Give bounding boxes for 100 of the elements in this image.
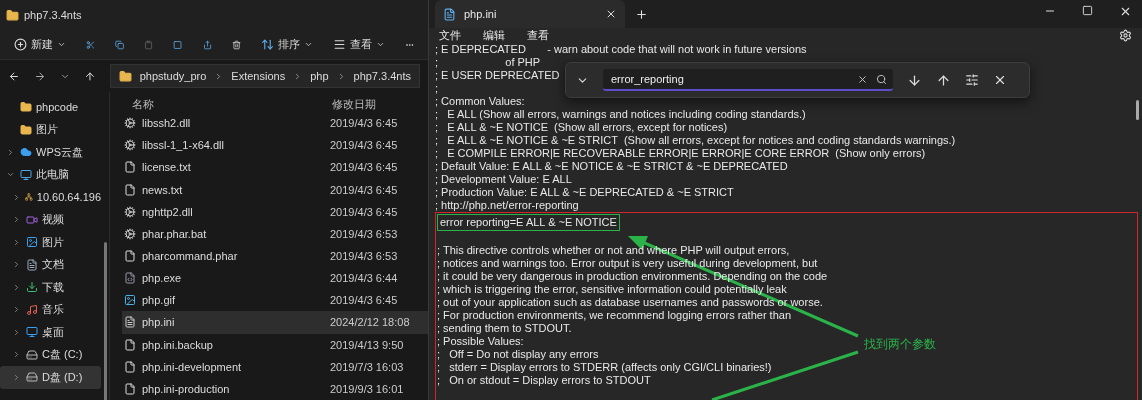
- find-previous-icon[interactable]: [936, 72, 951, 88]
- breadcrumb-item[interactable]: php: [310, 70, 329, 82]
- sort-icon: [260, 38, 274, 51]
- menu-item[interactable]: 文件: [439, 28, 461, 43]
- close-icon[interactable]: [1119, 5, 1132, 18]
- code-line: ; Default Value: E ALL & ~E NOTICE & ~E STRICT & ~E DEPRECATED: [435, 160, 788, 173]
- add-tab-icon[interactable]: [635, 7, 648, 21]
- breadcrumb-item[interactable]: phpstudy_pro: [139, 70, 207, 82]
- menu-item[interactable]: 查看: [527, 28, 549, 43]
- chevron-right-icon[interactable]: [12, 260, 21, 270]
- sidebar-item[interactable]: 文档: [0, 253, 101, 276]
- modified-date: 2019/7/3 16:03: [330, 360, 404, 373]
- folder-icon: [6, 8, 19, 22]
- chevron-right-icon[interactable]: [12, 305, 21, 315]
- file-row[interactable]: php.ini 2024/2/12 18:08: [122, 311, 428, 334]
- document-tab[interactable]: php.ini: [435, 0, 625, 28]
- code-line: ; On or stdout = Display errors to STDOUT: [437, 374, 651, 387]
- file-name: libssl-1_1-x64.dll: [142, 139, 224, 152]
- file-row[interactable]: libssh2.dll 2019/4/3 6:45: [122, 111, 428, 135]
- drive-icon: [26, 371, 38, 384]
- file-row[interactable]: license.txt 2019/4/3 6:45: [122, 156, 428, 179]
- sidebar-label: 图片: [42, 234, 64, 250]
- close-icon[interactable]: [993, 73, 1007, 87]
- address-bar[interactable]: phpstudy_pro Extensions php php7.3.4nts: [109, 64, 420, 88]
- sidebar-item[interactable]: C盘 (C:): [0, 343, 101, 366]
- sidebar-label: 视频: [42, 212, 64, 228]
- maximize-icon[interactable]: [1082, 5, 1093, 16]
- chevron-right-icon[interactable]: [12, 282, 21, 292]
- file-row[interactable]: php.ini-development 2019/7/3 16:03: [122, 355, 428, 378]
- search-input[interactable]: error_reporting: [609, 72, 849, 86]
- chevron-right-icon[interactable]: [12, 215, 21, 225]
- column-header[interactable]: 修改日期: [332, 96, 376, 112]
- breadcrumb-item[interactable]: Extensions: [231, 70, 286, 82]
- search-icon[interactable]: [876, 73, 887, 85]
- menu-item[interactable]: 编辑: [483, 28, 505, 43]
- sidebar-label: 下载: [42, 279, 64, 295]
- file-row[interactable]: news.txt 2019/4/3 6:45: [122, 178, 428, 201]
- chevron-right-icon[interactable]: [12, 327, 21, 337]
- sidebar-item[interactable]: 图片: [0, 118, 101, 141]
- scrollbar-thumb[interactable]: [104, 242, 107, 400]
- code-line: ; E ALL & ~E NOTICE (Show all errors, except for notices): [435, 121, 728, 134]
- sidebar-item[interactable]: WPS云盘: [0, 141, 101, 164]
- modified-date: 2024/2/12 18:08: [330, 316, 410, 329]
- sidebar-item[interactable]: 10.60.64.196: [0, 186, 101, 209]
- file-row[interactable]: libssl-1_1-x64.dll 2019/4/3 6:45: [122, 134, 428, 157]
- code-line: ; For production environments, we recommend logging errors rather than: [437, 309, 791, 322]
- chevron-right-icon[interactable]: [6, 147, 15, 157]
- file-row[interactable]: php.ini.backup 2019/4/13 9:50: [122, 333, 428, 356]
- file-icon: [124, 250, 136, 262]
- sort-button[interactable]: 排序: [260, 37, 313, 52]
- file-name: php.ini.backup: [142, 338, 213, 351]
- gear-file-icon: [124, 139, 136, 152]
- file-row[interactable]: pharcommand.phar 2019/4/3 6:53: [122, 244, 428, 268]
- sidebar-item[interactable]: 下载: [0, 276, 101, 299]
- file-row[interactable]: phar.phar.bat 2019/4/3 6:53: [122, 222, 428, 245]
- code-line: ; stderr = Display errors to STDERR (affects only CGI/CLI binaries!): [437, 361, 772, 374]
- gear-file-icon: [124, 117, 136, 130]
- modified-date: 2019/4/3 6:53: [330, 227, 398, 240]
- chevron-right-icon[interactable]: [12, 372, 21, 382]
- file-icon: [124, 360, 136, 373]
- code-line: ; sending them to STDOUT.: [437, 322, 572, 335]
- sidebar-item[interactable]: 视频: [0, 208, 101, 231]
- find-next-icon[interactable]: [907, 72, 922, 88]
- chevron-right-icon[interactable]: [12, 192, 21, 202]
- file-icon: [124, 161, 136, 174]
- sidebar-item[interactable]: 此电脑: [0, 163, 101, 186]
- options-icon[interactable]: [965, 73, 979, 87]
- file-name: php.exe: [142, 272, 182, 285]
- image-icon: [26, 236, 38, 249]
- clear-icon[interactable]: [857, 73, 868, 85]
- sidebar-item[interactable]: 音乐: [0, 298, 101, 321]
- notepad-icon: [443, 7, 456, 21]
- search-field[interactable]: error_reporting: [603, 69, 893, 91]
- sidebar-item[interactable]: 图片: [0, 231, 101, 254]
- window-title: php7.3.4nts: [24, 9, 82, 21]
- sidebar-label: D盘 (D:): [42, 369, 83, 385]
- scrollbar-thumb[interactable]: [1136, 100, 1139, 120]
- settings-icon[interactable]: [1119, 29, 1132, 42]
- chevron-right-icon[interactable]: [12, 350, 21, 360]
- new-button[interactable]: 新建: [14, 37, 66, 52]
- code-line: ; E USER DEPRECATED: [435, 69, 560, 82]
- sidebar-item[interactable]: D盘 (D:): [0, 366, 101, 389]
- file-row[interactable]: php.ini-production 2019/9/3 16:01: [122, 377, 428, 400]
- column-header[interactable]: 名称: [122, 96, 332, 112]
- file-row[interactable]: php.gif 2019/4/3 6:45: [122, 289, 428, 312]
- sidebar-item[interactable]: phpcode: [0, 96, 101, 119]
- sidebar-item[interactable]: 桌面: [0, 321, 101, 344]
- cloud-icon: [20, 146, 32, 159]
- breadcrumb-item[interactable]: php7.3.4nts: [353, 70, 411, 82]
- view-button[interactable]: 查看: [332, 37, 385, 52]
- code-line: ; Common Values:: [435, 95, 525, 108]
- file-row[interactable]: nghttp2.dll 2019/4/3 6:45: [122, 200, 428, 223]
- close-icon[interactable]: [605, 8, 617, 20]
- sidebar-label: 此电脑: [36, 167, 69, 183]
- code-line: ; out of your application such as database usernames and passwords or worse.: [437, 296, 823, 309]
- sidebar-label: 桌面: [42, 324, 64, 340]
- file-row[interactable]: php.exe 2019/4/3 6:44: [122, 267, 428, 290]
- modified-date: 2019/9/3 16:01: [330, 382, 404, 395]
- chevron-right-icon[interactable]: [12, 237, 21, 247]
- file-icon: [124, 183, 136, 196]
